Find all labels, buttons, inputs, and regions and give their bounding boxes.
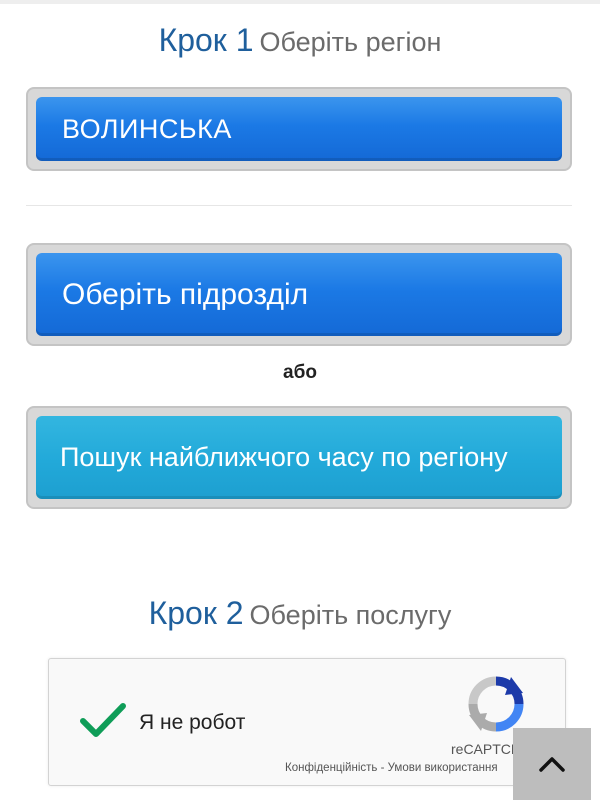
- step-2-heading: Крок 2 Оберіть послугу: [0, 595, 600, 632]
- division-select-button[interactable]: Оберіть підрозділ: [36, 253, 562, 336]
- or-label: або: [283, 362, 317, 383]
- recaptcha-logo-icon: [468, 676, 524, 732]
- search-button-frame: Пошук найближчого часу по регіону: [26, 406, 572, 509]
- recaptcha-checkbox-label[interactable]: Я не робот: [139, 711, 245, 735]
- step-2-label: Крок 2: [148, 595, 244, 631]
- search-nearest-time-button[interactable]: Пошук найближчого часу по регіону: [36, 416, 562, 499]
- region-select-button[interactable]: ВОЛИНСЬКА: [36, 97, 562, 161]
- recaptcha-widget: Я не робот reCAPTCHA Конфіденційність - …: [48, 658, 566, 786]
- region-button-frame: ВОЛИНСЬКА: [26, 87, 572, 171]
- top-edge: [0, 0, 600, 4]
- step-1-text: Оберіть регіон: [259, 27, 442, 57]
- step-1-label: Крок 1: [158, 22, 254, 58]
- step-2-text: Оберіть послугу: [249, 600, 452, 630]
- chevron-up-icon: [539, 757, 565, 772]
- divider: [26, 205, 572, 206]
- scroll-to-top-button[interactable]: [513, 728, 591, 800]
- step-1-heading: Крок 1 Оберіть регіон: [0, 22, 600, 59]
- division-button-frame: Оберіть підрозділ: [26, 243, 572, 346]
- page: Крок 1 Оберіть регіон ВОЛИНСЬКА Оберіть п…: [0, 0, 600, 800]
- green-checkmark-icon[interactable]: [79, 701, 127, 739]
